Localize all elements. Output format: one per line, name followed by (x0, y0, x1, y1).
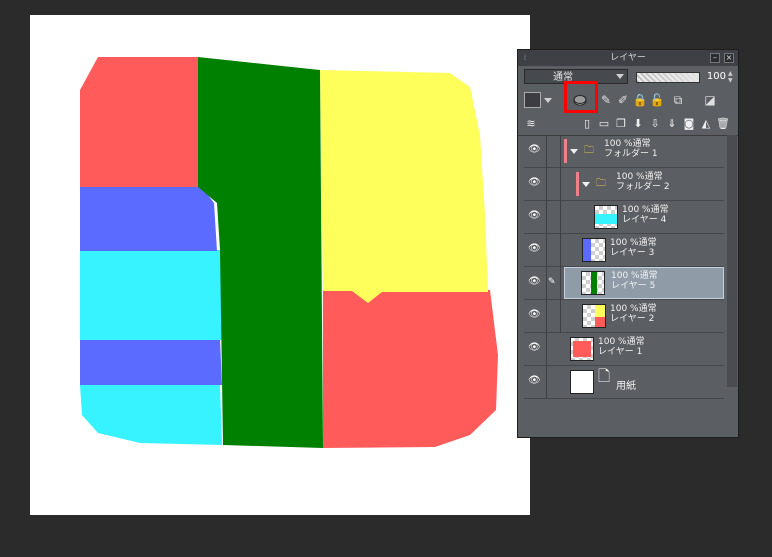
expand-arrow-icon[interactable] (582, 182, 590, 187)
layer-blend-info: 100 %通常 (604, 139, 651, 149)
cyan-region-upper (80, 250, 223, 340)
red-region-bottom-right (323, 290, 498, 448)
eye-icon[interactable]: 👁 (528, 243, 542, 255)
red-region-top-left (80, 57, 198, 187)
highlight-box (564, 81, 598, 113)
layer-stack-icon[interactable]: ≋ (524, 116, 538, 131)
eye-icon[interactable]: 👁 (528, 375, 542, 387)
layer-panel: ⁞ レイヤー – × 通常 100 ▲ ▼ ✎ ✐ 🔒 🔓 ⧉ ◪ ≋ ▯ ▭ ❐… (517, 49, 739, 438)
blend-opacity-row: 通常 100 ▲ ▼ (518, 67, 738, 87)
grip-icon[interactable]: ⁞ (522, 53, 528, 63)
mask-icon[interactable]: ◪ (702, 92, 718, 108)
chevron-down-icon[interactable] (544, 98, 552, 103)
layer-blend-info: 100 %通常 (610, 238, 657, 248)
eye-icon[interactable]: 👁 (528, 177, 542, 189)
layer-name: レイヤー 1 (598, 347, 643, 357)
layer-blend-info: 100 %通常 (622, 205, 669, 215)
layer-thumbnail (570, 337, 594, 361)
new-folder-icon[interactable]: ❐ (614, 116, 628, 131)
layer-blend-info: 100 %通常 (598, 337, 645, 347)
page-icon: 🗋 (598, 367, 611, 385)
eye-icon[interactable]: 👁 (528, 342, 542, 354)
opacity-slider[interactable] (636, 72, 700, 83)
lock-transparency-icon[interactable]: 🔓 (649, 92, 665, 108)
new-vector-layer-icon[interactable]: ▭ (597, 116, 611, 131)
layer-name: レイヤー 3 (610, 248, 655, 258)
layer-row-layer-1[interactable]: 👁 100 %通常 レイヤー 1 (524, 333, 724, 366)
blue-region-upper (80, 187, 217, 251)
layer-name: フォルダー 2 (616, 182, 670, 192)
blue-region-lower (80, 340, 222, 385)
layer-name: レイヤー 4 (622, 215, 667, 225)
folder-icon: 🗀 (596, 178, 606, 189)
merge-down-icon[interactable]: ⇩ (648, 116, 662, 131)
layer-name: 用紙 (616, 381, 636, 392)
layer-name: レイヤー 5 (611, 281, 656, 291)
drawing-canvas[interactable] (30, 15, 530, 515)
transfer-down-icon[interactable]: ⬇ (631, 116, 645, 131)
layer-name: レイヤー 2 (610, 314, 655, 324)
eye-icon[interactable]: 👁 (528, 210, 542, 222)
lock-icon[interactable]: 🔒 (632, 92, 648, 108)
layer-name: フォルダー 1 (604, 149, 658, 159)
eye-icon[interactable]: 👁 (528, 276, 542, 288)
layer-thumbnail (594, 205, 618, 229)
layer-thumbnail (582, 238, 606, 262)
layer-thumbnail (581, 271, 605, 295)
layer-row-layer-2[interactable]: 👁 100 %通常 レイヤー 2 (524, 300, 724, 333)
layer-blend-info: 100 %通常 (610, 304, 657, 314)
layer-mask-icon[interactable]: ◙ (682, 116, 696, 131)
draft-layer-icon[interactable]: ✎ (598, 92, 614, 108)
opacity-spinner-icon[interactable]: ▲ ▼ (728, 70, 736, 84)
expand-arrow-icon[interactable] (570, 149, 578, 154)
merge-visible-icon[interactable]: ⇓ (665, 116, 679, 131)
apply-mask-icon[interactable]: ◭ (699, 116, 713, 131)
clipping-icon[interactable]: ⧉ (670, 92, 686, 108)
eye-icon[interactable]: 👁 (528, 144, 542, 156)
close-icon[interactable]: × (724, 53, 734, 63)
layer-blend-info: 100 %通常 (611, 271, 658, 281)
layer-thumbnail (582, 304, 606, 328)
minimize-icon[interactable]: – (710, 53, 720, 63)
layer-property-toolbar: ✎ ✐ 🔒 🔓 ⧉ ◪ (518, 81, 738, 113)
opacity-value[interactable]: 100 (702, 70, 726, 83)
layer-list: 👁 🗀 100 %通常 フォルダー 1 👁 🗀 100 %通常 フォルダー 2 (524, 135, 724, 399)
layer-row-layer-5[interactable]: 👁 ✎ 100 %通常 レイヤー 5 (524, 267, 724, 300)
panel-titlebar[interactable]: ⁞ レイヤー – × (518, 50, 738, 66)
chevron-down-icon (616, 74, 624, 79)
layer-row-folder-1[interactable]: 👁 🗀 100 %通常 フォルダー 1 (524, 135, 724, 168)
marker-pen-icon[interactable]: ✐ (615, 92, 631, 108)
artwork (80, 57, 498, 448)
layer-color-swatch[interactable] (524, 92, 541, 108)
folder-icon: 🗀 (584, 145, 594, 156)
layer-row-paper[interactable]: 👁 🗋 用紙 (524, 366, 724, 399)
yellow-region (320, 70, 488, 303)
trash-icon[interactable]: 🗑 (716, 116, 730, 131)
layer-row-layer-3[interactable]: 👁 100 %通常 レイヤー 3 (524, 234, 724, 267)
layer-blend-info: 100 %通常 (616, 172, 663, 182)
layer-row-folder-2[interactable]: 👁 🗀 100 %通常 フォルダー 2 (524, 168, 724, 201)
layer-row-layer-4[interactable]: 👁 100 %通常 レイヤー 4 (524, 201, 724, 234)
panel-title: レイヤー (610, 53, 646, 63)
layer-list-scrollbar[interactable] (727, 135, 737, 387)
paper-thumbnail (570, 370, 594, 394)
pen-icon: ✎ (548, 277, 556, 287)
layer-actions-toolbar: ≋ ▯ ▭ ❐ ⬇ ⇩ ⇓ ◙ ◭ 🗑 (518, 113, 738, 136)
new-raster-layer-icon[interactable]: ▯ (580, 116, 594, 131)
eye-icon[interactable]: 👁 (528, 309, 542, 321)
cyan-region-lower (80, 385, 222, 445)
